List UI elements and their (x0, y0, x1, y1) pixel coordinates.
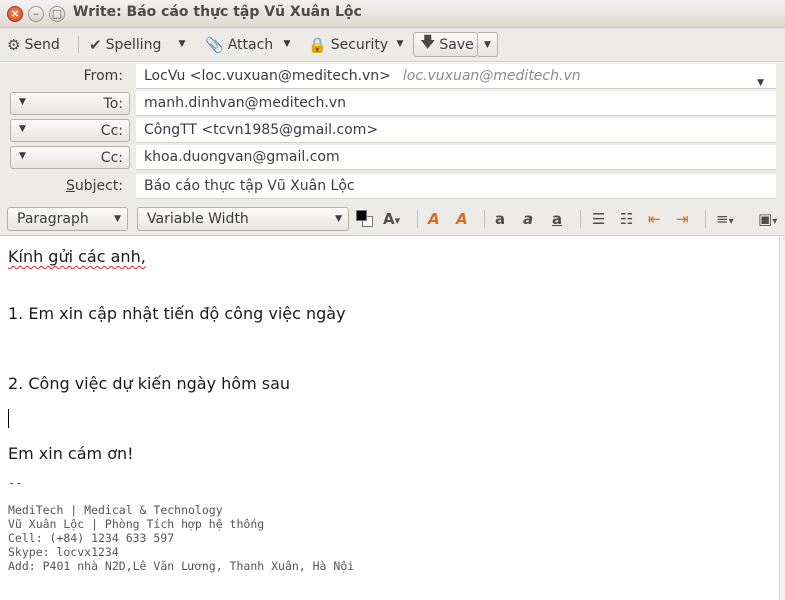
paragraph-format-value: Paragraph (17, 211, 89, 227)
recipient-type-select[interactable]: ▼ To: (10, 92, 130, 115)
chevron-down-icon: ▼ (19, 151, 26, 161)
subject-label-rest: ubject: (74, 178, 123, 194)
from-select[interactable]: LocVu <loc.vuxuan@meditech.vn> loc.vuxuan… (136, 64, 776, 89)
message-body-editor[interactable]: Kính gửi các anh, 1. Em xin cập nhật tiế… (0, 237, 779, 600)
subject-label: Subject: (60, 178, 123, 194)
title-bar: × – □ Write: Báo cáo thực tập Vũ Xuân Lộ… (0, 0, 785, 28)
recipient-type-select[interactable]: ▼ Cc: (10, 119, 130, 142)
vertical-scrollbar[interactable] (779, 237, 785, 600)
text-cursor (8, 409, 9, 428)
body-item-1: 1. Em xin cập nhật tiến độ công việc ngà… (8, 304, 346, 323)
greeting-text: Kính gửi các anh, (8, 247, 146, 266)
subject-field[interactable]: Báo cáo thực tập Vũ Xuân Lộc (136, 174, 776, 199)
chevron-down-icon: ▼ (757, 78, 764, 88)
attach-dropdown[interactable]: ▼ (277, 32, 297, 57)
signature-line: Add: P401 nhà N2D,Lê Văn Lương, Thanh Xu… (8, 559, 355, 573)
format-separator (705, 210, 706, 228)
underline-icon[interactable]: a (552, 210, 562, 228)
security-button[interactable]: 🔒 Security (308, 32, 388, 57)
message-header: From: LocVu <loc.vuxuan@meditech.vn> loc.… (0, 63, 785, 202)
font-size-icon[interactable]: A▾ (383, 210, 400, 228)
recipient-type-select[interactable]: ▼ Cc: (10, 146, 130, 169)
signature-line: Cell: (+84) 1234 633 597 (8, 531, 175, 545)
compose-toolbar: ⚙ Send ✔ Spelling ▼ 📎 Attach ▼ 🔒 Securit… (0, 28, 785, 62)
numbered-list-icon[interactable]: ☷ (620, 210, 633, 228)
recipient-type-label: Cc: (100, 150, 123, 166)
from-identity: LocVu <loc.vuxuan@meditech.vn> (144, 68, 391, 84)
spelling-label: Spelling (105, 36, 162, 53)
cc-address-field[interactable]: CôngTT <tcvn1985@gmail.com> (136, 118, 776, 143)
minimize-window-button[interactable]: – (28, 6, 44, 22)
save-dropdown[interactable]: ▼ (478, 32, 498, 57)
window-title: Write: Báo cáo thực tập Vũ Xuân Lộc (73, 4, 362, 20)
save-button[interactable]: 🡇 Save (413, 32, 478, 57)
maximize-window-button[interactable]: □ (49, 6, 65, 22)
bold-icon[interactable]: a (495, 210, 505, 228)
lock-icon: 🔒 (308, 35, 327, 54)
text-color-swatch[interactable] (356, 210, 367, 221)
spelling-dropdown[interactable]: ▼ (172, 32, 192, 57)
format-separator (580, 210, 581, 228)
spelling-button[interactable]: ✔ Spelling (89, 32, 161, 57)
italic-icon[interactable]: a (523, 210, 533, 228)
font-family-select[interactable]: Variable Width ▼ (137, 207, 349, 231)
format-separator (417, 210, 418, 228)
to-address-field[interactable]: manh.dinhvan@meditech.vn (136, 91, 776, 116)
send-button[interactable]: ⚙ Send (7, 32, 60, 57)
paperclip-icon: 📎 (205, 35, 224, 54)
font-family-value: Variable Width (147, 211, 249, 227)
body-item-2: 2. Công việc dự kiến ngày hôm sau (8, 374, 291, 393)
send-label: Send (24, 36, 60, 53)
close-window-button[interactable]: × (7, 6, 23, 22)
chevron-down-icon: ▼ (114, 214, 121, 224)
larger-text-icon[interactable]: A (456, 210, 468, 228)
download-arrow-icon: 🡇 (420, 33, 436, 51)
outdent-icon[interactable]: ⇤ (648, 210, 661, 228)
paragraph-format-select[interactable]: Paragraph ▼ (7, 207, 128, 231)
security-dropdown[interactable]: ▼ (390, 32, 410, 57)
checkmark-icon: ✔ (89, 35, 102, 54)
attach-label: Attach (227, 36, 274, 53)
chevron-down-icon: ▼ (335, 214, 342, 224)
closing-line: Em xin cám ơn! (8, 444, 134, 463)
bulleted-list-icon[interactable]: ☰ (592, 210, 605, 228)
indent-icon[interactable]: ⇥ (676, 210, 689, 228)
toolbar-separator (78, 36, 79, 53)
format-toolbar: Paragraph ▼ Variable Width ▼ A▾ A A a a … (0, 202, 785, 236)
from-address: loc.vuxuan@meditech.vn (402, 68, 581, 84)
chevron-down-icon: ▼ (19, 97, 26, 107)
signature-line: Skype: locvx1234 (8, 545, 119, 559)
subject-label-accesskey: S (65, 178, 75, 194)
send-icon: ⚙ (7, 35, 21, 54)
align-icon[interactable]: ≡▾ (716, 210, 734, 228)
recipient-type-label: To: (103, 96, 123, 112)
attach-button[interactable]: 📎 Attach (205, 32, 273, 57)
security-label: Security (330, 36, 389, 53)
signature-separator: -- (8, 476, 23, 490)
format-separator (484, 210, 485, 228)
recipient-type-label: Cc: (100, 123, 123, 139)
smaller-text-icon[interactable]: A (428, 210, 440, 228)
cc-address-field[interactable]: khoa.duongvan@gmail.com (136, 145, 776, 170)
chevron-down-icon: ▼ (19, 124, 26, 134)
save-label: Save (439, 36, 474, 53)
insert-image-icon[interactable]: ▣▾ (758, 210, 777, 228)
signature-line: Vũ Xuân Lộc | Phòng Tích hợp hệ thống (8, 517, 265, 531)
from-label: From: (83, 68, 123, 84)
greeting-line: Kính gửi các anh, (8, 247, 146, 266)
signature-line: MediTech | Medical & Technology (8, 503, 223, 517)
